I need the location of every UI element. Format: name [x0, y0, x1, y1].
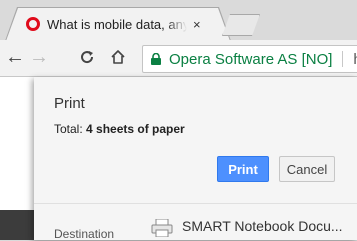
home-button[interactable]: [107, 46, 129, 68]
back-arrow-icon: ←: [5, 45, 25, 68]
print-button[interactable]: Print: [217, 156, 269, 182]
back-button[interactable]: ←: [4, 46, 26, 68]
print-dialog: Print Total: 4 sheets of paper Print Can…: [34, 77, 357, 241]
dialog-divider: [34, 203, 357, 204]
active-tab-content[interactable]: What is mobile data, any ×: [14, 8, 224, 40]
secure-origin-label: Opera Software AS [NO]: [169, 50, 333, 68]
new-tab-button[interactable]: [222, 14, 260, 36]
browser-toolbar: ← → Opera Software AS [NO] ht: [0, 40, 357, 77]
total-sheets: Total: 4 sheets of paper: [54, 122, 185, 136]
destination-label: Destination: [54, 227, 115, 241]
address-bar[interactable]: Opera Software AS [NO] ht: [142, 45, 357, 73]
lock-icon: [151, 53, 161, 65]
address-divider: [342, 51, 344, 67]
cancel-button[interactable]: Cancel: [279, 156, 335, 182]
forward-button[interactable]: →: [28, 46, 50, 68]
reload-icon: [81, 51, 94, 64]
destination-select[interactable]: SMART Notebook Docu...: [182, 218, 343, 234]
page-dark-strip: [0, 210, 34, 240]
total-value: 4 sheets of paper: [86, 122, 185, 136]
total-label: Total:: [54, 122, 87, 136]
tab-close-icon[interactable]: ×: [193, 17, 201, 32]
forward-arrow-icon: →: [29, 45, 49, 68]
dialog-title: Print: [54, 95, 85, 112]
opera-favicon-icon: [26, 17, 40, 31]
reload-button[interactable]: [76, 46, 98, 68]
printer-icon: [151, 219, 173, 237]
tab-strip: What is mobile data, any ×: [0, 0, 357, 40]
url-text: ht: [353, 51, 357, 68]
home-icon: [111, 50, 125, 64]
tab-title: What is mobile data, any: [47, 16, 187, 32]
